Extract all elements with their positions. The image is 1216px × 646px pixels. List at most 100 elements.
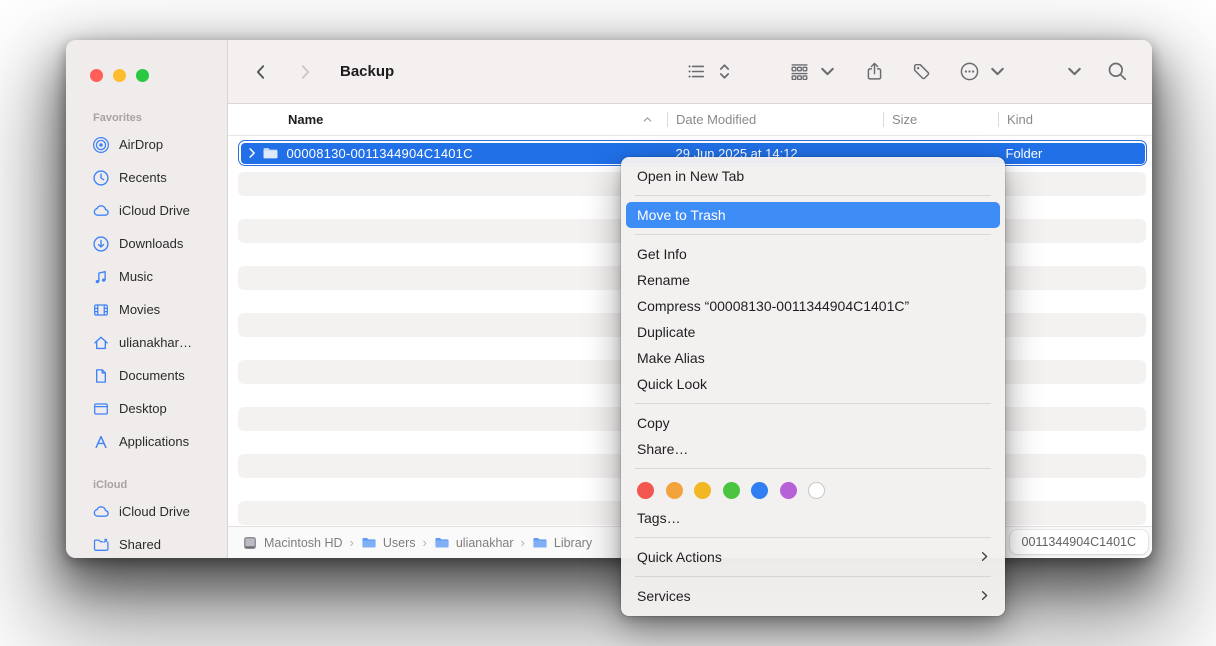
toolbar-button-group: [686, 61, 735, 82]
sidebar-sections: Favorites AirDrop Recents iCloud Drive Downl…: [66, 40, 227, 558]
sort-chevrons-icon[interactable]: [714, 61, 735, 82]
forward-button: [296, 63, 314, 81]
menu-item-open-in-new-tab[interactable]: Open in New Tab: [621, 163, 1005, 189]
airdrop-icon: [92, 136, 110, 154]
tag-color-dot[interactable]: [808, 482, 825, 499]
sidebar-item-label: Recents: [119, 170, 167, 185]
list-view-icon[interactable]: [686, 61, 707, 82]
column-header-kind[interactable]: Kind: [998, 104, 1152, 135]
menu-item-label: Move to Trash: [637, 207, 726, 223]
path-item-label: ulianakhar: [456, 536, 514, 550]
path-item-fragment[interactable]: 0011344904C1401C: [1010, 530, 1148, 554]
menu-item-get-info[interactable]: Get Info: [621, 241, 1005, 267]
sidebar-item-icloud-drive[interactable]: iCloud Drive: [66, 495, 227, 528]
sidebar-item-documents[interactable]: Documents: [66, 359, 227, 392]
path-item-label: Library: [554, 536, 592, 550]
menu-item-quick-actions[interactable]: Quick Actions: [621, 544, 1005, 570]
path-item-library[interactable]: Library: [532, 535, 592, 551]
menu-item-compress-00008130-0011344904c1401c[interactable]: Compress “00008130-0011344904C1401C”: [621, 293, 1005, 319]
more-circle-icon[interactable]: [959, 61, 980, 82]
tag-icon[interactable]: [911, 61, 932, 82]
search-icon[interactable]: [1107, 61, 1128, 82]
sidebar-section-label: iCloud: [66, 475, 227, 495]
sidebar-item-recents[interactable]: Recents: [66, 161, 227, 194]
share-icon[interactable]: [864, 61, 885, 82]
sidebar-item-applications[interactable]: Applications: [66, 425, 227, 458]
toolbar-button-group: [1107, 61, 1128, 82]
sidebar-item-downloads[interactable]: Downloads: [66, 227, 227, 260]
menu-item-label: Quick Actions: [637, 549, 722, 565]
sidebar-section-label: Favorites: [66, 108, 227, 128]
menu-item-copy[interactable]: Copy: [621, 410, 1005, 436]
folder-icon: [434, 535, 450, 551]
toolbar-icons: [686, 61, 1128, 82]
sidebar-item-label: Shared: [119, 537, 161, 552]
chevron-down-icon[interactable]: [817, 61, 838, 82]
sidebar-item-label: Downloads: [119, 236, 183, 251]
path-item-macintosh-hd[interactable]: Macintosh HD: [242, 535, 343, 551]
sidebar-item-label: AirDrop: [119, 137, 163, 152]
menu-item-rename[interactable]: Rename: [621, 267, 1005, 293]
file-name: 00008130-0011344904C1401C: [287, 146, 473, 161]
tag-color-dot[interactable]: [694, 482, 711, 499]
minimize-button[interactable]: [113, 69, 126, 82]
sidebar-item-icloud-drive[interactable]: iCloud Drive: [66, 194, 227, 227]
applications-icon: [92, 433, 110, 451]
path-item-label: Users: [383, 536, 416, 550]
film-icon: [92, 301, 110, 319]
column-header-date-modified[interactable]: Date Modified: [667, 104, 883, 135]
tag-color-dot[interactable]: [751, 482, 768, 499]
sidebar-item-movies[interactable]: Movies: [66, 293, 227, 326]
tag-color-dot[interactable]: [666, 482, 683, 499]
tag-color-dot[interactable]: [637, 482, 654, 499]
tag-color-dot[interactable]: [723, 482, 740, 499]
cloud-icon: [92, 202, 110, 220]
column-header-label: Name: [288, 112, 323, 127]
sidebar: Favorites AirDrop Recents iCloud Drive Downl…: [66, 40, 228, 558]
menu-item-label: Rename: [637, 272, 690, 288]
disclosure-chevron-icon[interactable]: [247, 147, 257, 159]
back-button[interactable]: [252, 63, 270, 81]
path-separator: ›: [423, 535, 427, 550]
path-item-ulianakhar[interactable]: ulianakhar: [434, 535, 514, 551]
sidebar-item-airdrop[interactable]: AirDrop: [66, 128, 227, 161]
menu-item-label: Quick Look: [637, 376, 707, 392]
sidebar-item-shared[interactable]: Shared: [66, 528, 227, 558]
menu-item-quick-look[interactable]: Quick Look: [621, 371, 1005, 397]
sidebar-item-label: Movies: [119, 302, 160, 317]
zoom-button[interactable]: [136, 69, 149, 82]
sidebar-item-ulianakhar[interactable]: ulianakhar…: [66, 326, 227, 359]
menu-item-share[interactable]: Share…: [621, 436, 1005, 462]
path-item-users[interactable]: Users: [361, 535, 416, 551]
column-header-label: Size: [892, 112, 917, 127]
menu-item-move-to-trash[interactable]: Move to Trash: [626, 202, 1000, 228]
column-header-name[interactable]: Name: [228, 104, 667, 135]
tag-colors-row: [621, 475, 1005, 505]
column-header-row: Name Date Modified Size Kind: [228, 104, 1152, 136]
submenu-chevron-icon: [977, 549, 992, 564]
chevron-down-icon[interactable]: [987, 61, 1008, 82]
menu-item-services[interactable]: Services: [621, 583, 1005, 609]
menu-separator: [635, 403, 991, 404]
sidebar-item-music[interactable]: Music: [66, 260, 227, 293]
column-header-size[interactable]: Size: [883, 104, 998, 135]
clock-icon: [92, 169, 110, 187]
desktop-icon: [92, 400, 110, 418]
tag-color-dot[interactable]: [780, 482, 797, 499]
toolbar-button-group: [911, 61, 932, 82]
file-kind: Folder: [1006, 146, 1043, 161]
sidebar-item-desktop[interactable]: Desktop: [66, 392, 227, 425]
menu-item-label: Compress “00008130-0011344904C1401C”: [637, 298, 909, 314]
menu-item-tags[interactable]: Tags…: [621, 505, 1005, 531]
folder-icon: [262, 145, 279, 162]
submenu-chevron-icon: [977, 588, 992, 603]
close-button[interactable]: [90, 69, 103, 82]
path-item-label: Macintosh HD: [264, 536, 343, 550]
sidebar-item-label: Applications: [119, 434, 189, 449]
group-grid-icon[interactable]: [789, 61, 810, 82]
menu-item-duplicate[interactable]: Duplicate: [621, 319, 1005, 345]
folder-icon: [532, 535, 548, 551]
menu-item-make-alias[interactable]: Make Alias: [621, 345, 1005, 371]
menu-item-label: Share…: [637, 441, 688, 457]
chevron-down-icon[interactable]: [1064, 61, 1085, 82]
